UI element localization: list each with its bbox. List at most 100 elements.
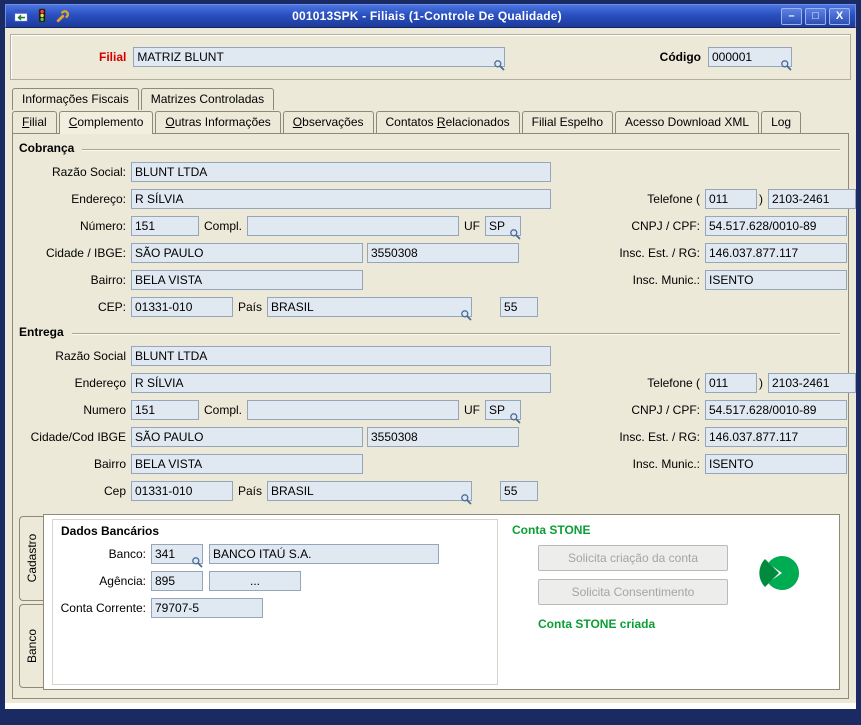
side-tab-banco[interactable]: Banco bbox=[19, 603, 43, 688]
tab-informacoes-fiscais[interactable]: Informações Fiscais bbox=[12, 88, 139, 110]
cobranca-cnpj-label: CNPJ / CPF: bbox=[631, 218, 700, 233]
entrega-numero-label: Numero bbox=[83, 402, 126, 417]
entrega-endereco-label: Endereço bbox=[74, 375, 126, 390]
entrega-ibge-input[interactable] bbox=[367, 426, 519, 447]
entrega-ddi-input[interactable] bbox=[500, 480, 539, 501]
entrega-pais-input[interactable] bbox=[267, 480, 473, 501]
window-controls: – □ X bbox=[776, 7, 855, 25]
entrega-bairro-input[interactable] bbox=[131, 453, 363, 474]
entrega-uf-label: UF bbox=[464, 402, 481, 417]
banco-nome-input[interactable] bbox=[209, 543, 439, 564]
entrega-insc-estadual-label: Insc. Est. / RG: bbox=[619, 429, 700, 444]
entrega-group: Razão Social Endereço Numero Compl. UF bbox=[19, 342, 856, 505]
entrega-complemento-input[interactable] bbox=[247, 399, 460, 420]
entrega-insc-municipal-input[interactable] bbox=[705, 453, 847, 474]
tab-acesso-download-xml[interactable]: Acesso Download XML bbox=[615, 111, 760, 133]
cobranca-insc-municipal-label: Insc. Munic.: bbox=[632, 272, 700, 287]
entrega-telefone-paren: ) bbox=[759, 375, 763, 390]
entrega-endereco-input[interactable] bbox=[131, 372, 551, 393]
cobranca-numero-input[interactable] bbox=[131, 215, 199, 236]
tab-log[interactable]: Log bbox=[761, 111, 802, 133]
cobranca-ddd-input[interactable] bbox=[705, 188, 757, 209]
cobranca-bairro-input[interactable] bbox=[131, 269, 363, 290]
cobranca-group: Razão Social: Endereço: Número: Compl. U… bbox=[19, 158, 856, 321]
dados-bancarios-group: Dados Bancários Banco: 341 BANCO ITAÚ S.… bbox=[52, 519, 498, 685]
minimize-button[interactable]: – bbox=[781, 7, 802, 25]
tab-matrizes-controladas[interactable]: Matrizes Controladas bbox=[140, 88, 275, 110]
entrega-group-title: Entrega bbox=[19, 325, 64, 339]
entrega-cnpj-input[interactable] bbox=[705, 399, 847, 420]
filial-label: Filial bbox=[99, 50, 127, 64]
cobranca-complemento-input[interactable] bbox=[247, 215, 460, 236]
header-panel: Filial Código bbox=[10, 34, 851, 80]
entrega-cidade-input[interactable] bbox=[131, 426, 363, 447]
window-bottom-strip bbox=[5, 703, 856, 709]
side-tab-cadastro[interactable]: Cadastro bbox=[19, 516, 43, 601]
cobranca-ibge-input[interactable] bbox=[367, 242, 519, 263]
tab-observacoes[interactable]: Observações bbox=[282, 111, 374, 133]
codigo-lookup-icon[interactable] bbox=[780, 59, 792, 71]
cobranca-razao-social-label: Razão Social: bbox=[51, 164, 126, 179]
group-rule bbox=[71, 332, 840, 335]
entrega-cep-input[interactable] bbox=[131, 480, 233, 501]
banco-lookup-icon[interactable] bbox=[191, 556, 203, 568]
entrega-uf-lookup-icon[interactable] bbox=[509, 412, 521, 424]
solicita-consentimento-button[interactable]: Solicita Consentimento bbox=[538, 579, 728, 605]
entrega-insc-estadual-input[interactable] bbox=[705, 426, 847, 447]
cobranca-cep-input[interactable] bbox=[131, 296, 233, 317]
cobranca-uf-lookup-icon[interactable] bbox=[509, 228, 521, 240]
cobranca-complemento-label: Compl. bbox=[204, 218, 243, 233]
agencia-extra-field[interactable] bbox=[209, 570, 301, 591]
cobranca-group-title: Cobrança bbox=[19, 141, 75, 155]
window-body: Filial Código Informações Fiscais Matriz bbox=[5, 28, 856, 703]
entrega-telefone-input[interactable] bbox=[768, 372, 856, 393]
cobranca-cidade-input[interactable] bbox=[131, 242, 363, 263]
cobranca-telefone-paren: ) bbox=[759, 191, 763, 206]
cobranca-endereco-input[interactable] bbox=[131, 188, 551, 209]
cobranca-insc-estadual-label: Insc. Est. / RG: bbox=[619, 245, 700, 260]
traffic-light-icon[interactable] bbox=[34, 8, 50, 24]
side-tab-strip: Cadastro Banco bbox=[19, 514, 43, 690]
tab-contatos-relacionados[interactable]: Contatos Relacionados bbox=[375, 111, 520, 133]
entrega-insc-municipal-label: Insc. Munic.: bbox=[632, 456, 700, 471]
tab-complemento[interactable]: Complemento bbox=[58, 111, 154, 134]
tab-row-primary: Filial Complemento Outras Informações Ob… bbox=[12, 111, 851, 134]
filial-lookup-icon[interactable] bbox=[493, 59, 505, 71]
cobranca-pais-input[interactable] bbox=[267, 296, 473, 317]
conta-corrente-input[interactable] bbox=[151, 597, 263, 618]
entrega-pais-lookup-icon[interactable] bbox=[460, 493, 472, 505]
cobranca-insc-estadual-input[interactable] bbox=[705, 242, 847, 263]
codigo-label: Código bbox=[659, 50, 701, 64]
cobranca-razao-social-input[interactable] bbox=[131, 161, 551, 182]
cobranca-ddi-input[interactable] bbox=[500, 296, 539, 317]
entrega-cidade-label: Cidade/Cod IBGE bbox=[30, 429, 126, 444]
agencia-label: Agência: bbox=[99, 573, 146, 588]
agencia-input[interactable] bbox=[151, 570, 203, 591]
conta-corrente-label: Conta Corrente: bbox=[60, 600, 146, 615]
conta-stone-title: Conta STONE bbox=[512, 523, 591, 537]
cobranca-insc-municipal-input[interactable] bbox=[705, 269, 847, 290]
banco-panel: Dados Bancários Banco: 341 BANCO ITAÚ S.… bbox=[43, 514, 840, 690]
entrega-ddd-input[interactable] bbox=[705, 372, 757, 393]
cobranca-cnpj-input[interactable] bbox=[705, 215, 847, 236]
close-button[interactable]: X bbox=[829, 7, 850, 25]
tab-page-complemento: Cobrança Razão Social: Endereço: Número: bbox=[12, 133, 856, 699]
wrench-icon[interactable] bbox=[55, 8, 71, 24]
conta-stone-status: Conta STONE criada bbox=[538, 617, 656, 631]
filial-input[interactable] bbox=[133, 47, 506, 67]
exit-window-icon[interactable] bbox=[13, 8, 29, 24]
solicita-criacao-conta-button[interactable]: Solicita criação da conta bbox=[538, 545, 728, 571]
tab-outras-informacoes[interactable]: Outras Informações bbox=[155, 111, 281, 133]
entrega-numero-input[interactable] bbox=[131, 399, 199, 420]
cobranca-telefone-input[interactable] bbox=[768, 188, 856, 209]
entrega-razao-social-label: Razão Social bbox=[55, 348, 126, 363]
stone-logo-icon bbox=[759, 556, 800, 590]
tab-filial-espelho[interactable]: Filial Espelho bbox=[521, 111, 613, 133]
tab-filial[interactable]: Filial bbox=[12, 111, 57, 133]
entrega-razao-social-input[interactable] bbox=[131, 345, 551, 366]
cobranca-pais-lookup-icon[interactable] bbox=[460, 309, 472, 321]
dados-bancarios-title: Dados Bancários bbox=[61, 524, 160, 538]
maximize-button[interactable]: □ bbox=[805, 7, 826, 25]
titlebar-toolbar bbox=[6, 8, 78, 24]
cobranca-cep-label: CEP: bbox=[97, 299, 126, 314]
